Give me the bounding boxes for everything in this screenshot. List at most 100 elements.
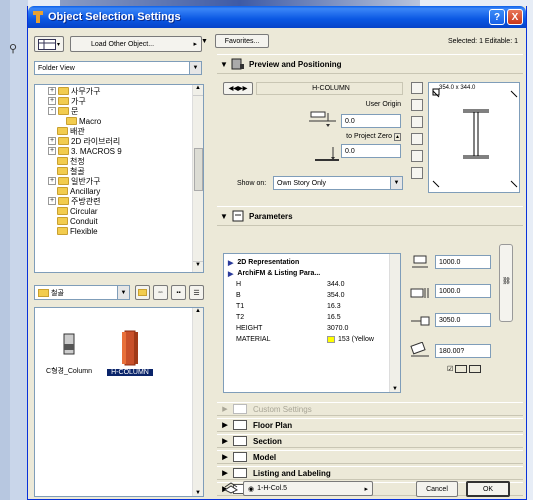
view-mode-button[interactable]: ▾ — [34, 36, 64, 52]
parameter-row[interactable]: HEIGHT 3070.0 — [224, 323, 400, 334]
scroll-down-icon[interactable]: ▼ — [390, 386, 400, 392]
depth-input[interactable]: 1000.0 — [435, 284, 491, 298]
expand-icon[interactable]: + — [48, 147, 56, 155]
scroll-thumb[interactable] — [194, 148, 203, 191]
expand-icon[interactable]: + — [48, 177, 56, 185]
previous-icon[interactable]: ◀◀ — [229, 85, 238, 92]
library-tree[interactable]: + 사무가구 + 가구 - 문 Macro 배관 +2D 라이브러리 +3. MACROS 9 천정… — [34, 84, 204, 273]
tree-item[interactable]: Macro — [35, 116, 203, 126]
layer-select[interactable]: ◉ 1-H-Col.5 ▸ — [243, 481, 373, 496]
tree-item[interactable]: Conduit — [35, 216, 203, 226]
tree-item[interactable]: Circular — [35, 206, 203, 216]
show-on-select[interactable]: Own Story Only ▼ — [273, 176, 403, 190]
folder-select[interactable]: 철골 ▼ — [34, 285, 130, 300]
tree-item[interactable]: 철골 — [35, 166, 203, 176]
section-header[interactable]: ▶ Model — [217, 450, 523, 464]
expand-icon[interactable]: + — [48, 197, 56, 205]
view-toggle-buttons — [411, 82, 425, 192]
expand-icon[interactable]: + — [48, 87, 56, 95]
section-header[interactable]: ▶ Custom Settings — [217, 402, 523, 416]
project-zero-input[interactable]: 0.0 — [341, 144, 401, 158]
tree-item[interactable]: + 일반가구 — [35, 176, 203, 186]
folder-up-button[interactable] — [135, 285, 150, 300]
ok-button[interactable]: OK — [466, 481, 510, 497]
tree-item[interactable]: Flexible — [35, 226, 203, 236]
tree-item[interactable]: + 사무가구 — [35, 86, 203, 96]
tree-scrollbar[interactable]: ▲ ▼ — [192, 85, 203, 272]
tree-item[interactable]: + 주방관련 — [35, 196, 203, 206]
parameter-row[interactable]: T2 16.5 — [224, 312, 400, 323]
preview-section-header[interactable]: ▼ Preview and Positioning — [217, 54, 523, 74]
angle-input[interactable]: 180.00? — [435, 344, 491, 358]
section-header[interactable]: ▶ Floor Plan — [217, 418, 523, 432]
parameter-value[interactable]: 354.0 — [327, 292, 345, 299]
material-swatch — [327, 336, 335, 343]
favorites-button[interactable]: Favorites... — [215, 34, 269, 48]
scroll-up-icon[interactable]: ▲ — [193, 85, 203, 96]
details-view-button[interactable]: ☰ — [189, 285, 204, 300]
parameter-value[interactable]: 153 (Yellow — [338, 336, 374, 343]
tree-item[interactable]: 배관 — [35, 126, 203, 136]
load-other-object-button[interactable]: Load Other Object... ▸ — [70, 36, 202, 52]
dropdown-icon[interactable]: ▲ — [394, 133, 401, 141]
scroll-up-icon[interactable]: ▲ — [193, 308, 203, 314]
parameter-value[interactable]: 16.5 — [327, 314, 341, 321]
parameter-list[interactable]: ▶ 2D Representation ▶ ArchiFM & Listing Par… — [223, 253, 401, 393]
tree-item[interactable]: Ancillary — [35, 186, 203, 196]
tree-item[interactable]: -문 — [35, 106, 203, 116]
cancel-button[interactable]: Cancel — [416, 481, 458, 497]
side-view-button[interactable] — [411, 150, 423, 162]
to-project-zero-label[interactable]: to Project Zero ▲ — [331, 133, 401, 141]
parameter-row[interactable]: MATERIAL 153 (Yellow — [224, 334, 400, 345]
expand-icon[interactable]: + — [48, 137, 56, 145]
expand-triangle-icon[interactable]: ▶ — [228, 270, 233, 278]
parameter-value[interactable]: 344.0 — [327, 281, 345, 288]
parameter-row[interactable]: T1 16.3 — [224, 301, 400, 312]
large-icons-button[interactable]: ▫▫ — [153, 285, 168, 300]
section-view-button[interactable] — [411, 99, 423, 111]
object-item-c-column[interactable]: C형경_Column — [39, 330, 99, 378]
folder-icon — [57, 167, 68, 175]
previous-next-buttons[interactable]: ◀◀ ▶▶ — [223, 82, 253, 95]
parameter-value[interactable]: 16.3 — [327, 303, 341, 310]
width-dimension-icon — [412, 255, 428, 268]
tree-item-label: 문 — [71, 106, 79, 116]
thumbnail-scrollbar[interactable]: ▲ ▼ — [192, 308, 203, 496]
next-icon[interactable]: ▶▶ — [238, 85, 247, 92]
link-toggle[interactable]: ⛓ — [499, 244, 513, 322]
user-origin-input[interactable]: 0.0 — [341, 114, 401, 128]
expanded-triangle-icon: ▼ — [220, 59, 228, 69]
section-header[interactable]: ▶ Section — [217, 434, 523, 448]
object-item-h-column[interactable]: H-COLUMN — [107, 330, 153, 378]
tree-item[interactable]: + 가구 — [35, 96, 203, 106]
section-header[interactable]: ▶ Listing and Labeling — [217, 466, 523, 480]
plan-view-button[interactable] — [411, 82, 423, 94]
expand-triangle-icon[interactable]: ▶ — [228, 259, 233, 267]
expand-icon[interactable]: + — [48, 97, 56, 105]
axonometric-view-button[interactable] — [411, 116, 423, 128]
tree-item[interactable]: +3. MACROS 9 — [35, 146, 203, 156]
small-icons-button[interactable]: ▪▪ — [171, 285, 186, 300]
parameters-section-header[interactable]: ▼ Parameters — [217, 206, 523, 226]
scroll-down-icon[interactable]: ▼ — [193, 490, 203, 496]
width-input[interactable]: 1000.0 — [435, 255, 491, 269]
parameter-value[interactable]: 3070.0 — [327, 325, 348, 332]
parameter-row[interactable]: H 344.0 — [224, 279, 400, 290]
view-select[interactable]: Folder View ▼ — [34, 61, 202, 75]
checkbox-checked-icon[interactable]: ☑ — [447, 365, 453, 373]
help-button[interactable]: ? — [489, 9, 505, 25]
collapse-icon[interactable]: - — [48, 107, 56, 115]
list-view-button[interactable] — [411, 167, 423, 179]
parameter-group[interactable]: ▶ 2D Representation — [224, 257, 400, 268]
perspective-view-button[interactable] — [411, 133, 423, 145]
parameter-row[interactable]: B 354.0 — [224, 290, 400, 301]
parameter-group[interactable]: ▶ ArchiFM & Listing Para... — [224, 268, 400, 279]
tree-item[interactable]: +2D 라이브러리 — [35, 136, 203, 146]
scroll-down-icon[interactable]: ▼ — [193, 261, 203, 272]
mirror-options[interactable]: ☑ — [447, 365, 482, 373]
parameter-scrollbar[interactable]: ▼ — [389, 254, 400, 392]
height-input[interactable]: 3050.0 — [435, 313, 491, 327]
close-button[interactable]: X — [507, 9, 523, 25]
title-bar[interactable]: Object Selection Settings ? X — [28, 6, 526, 28]
tree-item[interactable]: 천정 — [35, 156, 203, 166]
